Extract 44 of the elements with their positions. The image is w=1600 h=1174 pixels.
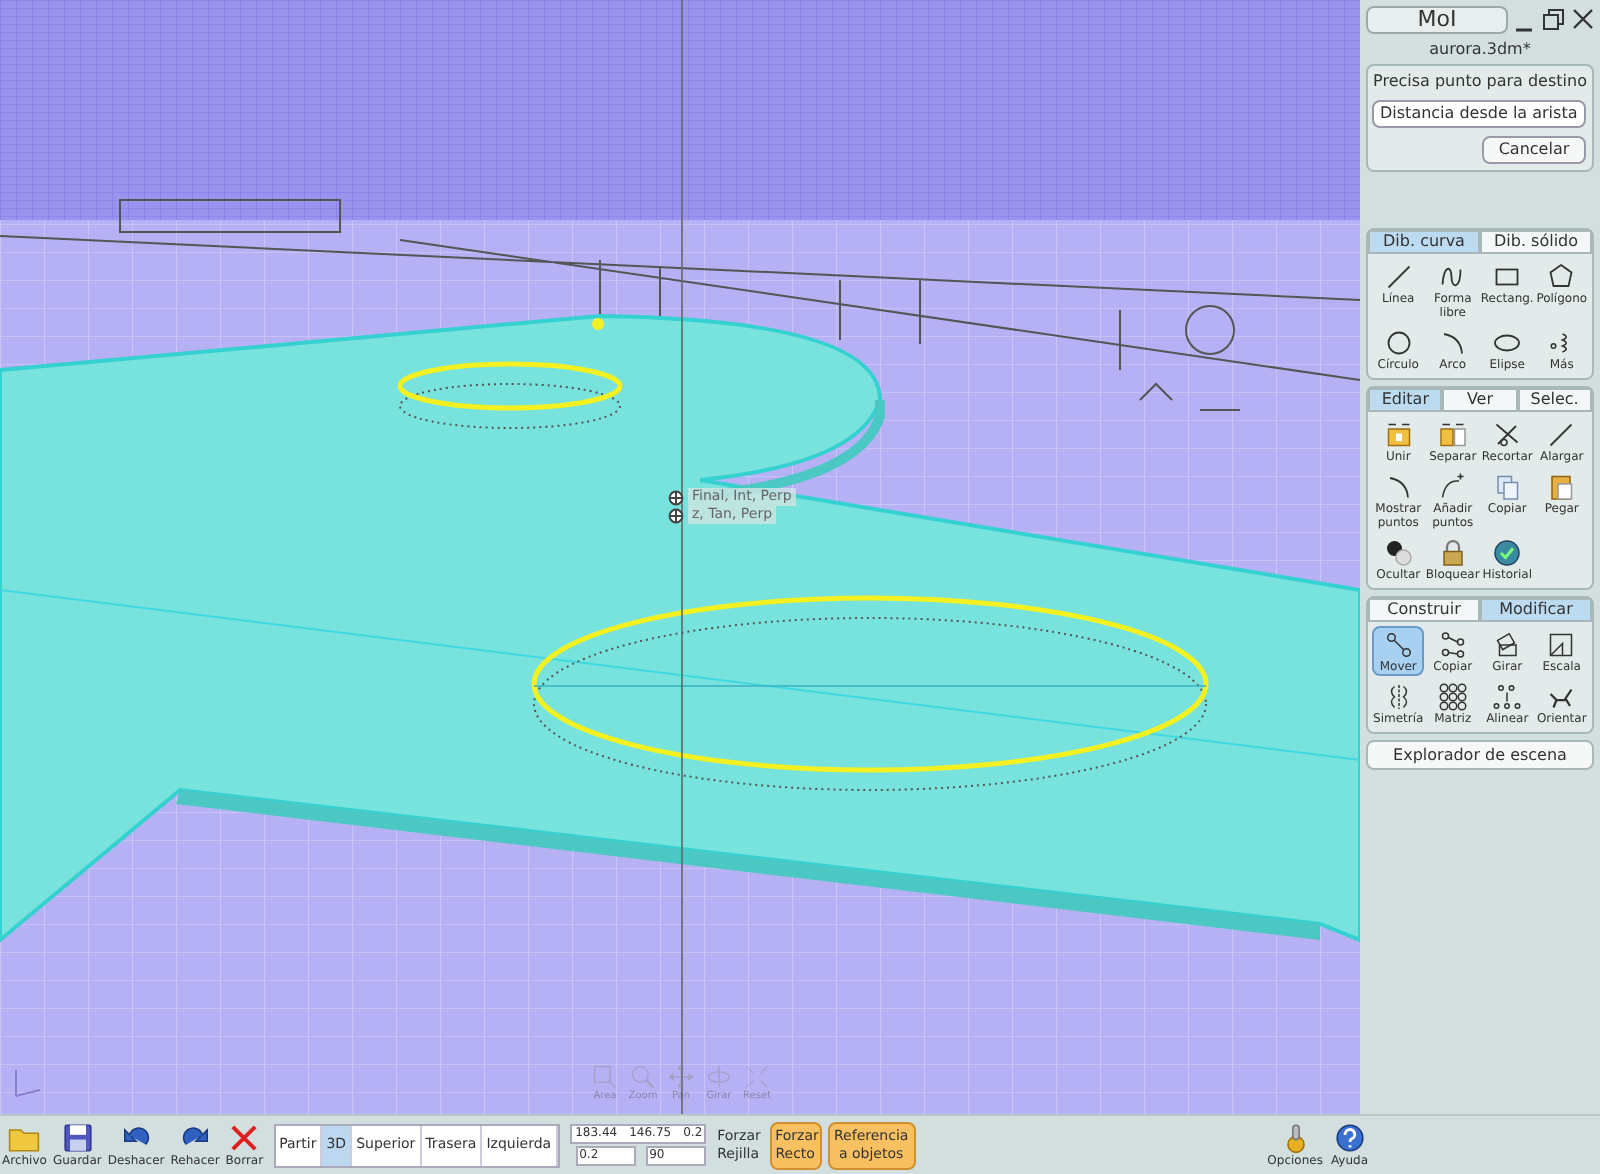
reset-view-icon	[744, 1064, 770, 1090]
history-icon	[1492, 538, 1523, 568]
panel-tab[interactable]: Construir	[1368, 598, 1480, 622]
save-icon	[61, 1122, 94, 1154]
close-icon[interactable]	[1572, 8, 1594, 30]
axis-drawing	[15, 1069, 41, 1097]
scissors-icon	[1492, 420, 1523, 450]
snap-point-marker	[592, 318, 604, 330]
polygon-icon	[1546, 262, 1577, 292]
array-icon	[1437, 682, 1468, 712]
prompt-text: Precisa punto para destino	[1372, 72, 1588, 92]
panel-tab[interactable]: Dib. curva	[1368, 230, 1480, 254]
option-button[interactable]: Distancia desde la arista	[1372, 100, 1586, 128]
delete-icon	[228, 1122, 261, 1154]
zoom-icon	[630, 1064, 656, 1090]
align-icon	[1492, 682, 1523, 712]
line-icon	[1383, 262, 1414, 292]
file-name: aurora.3dm*	[1427, 40, 1533, 60]
area-zoom-icon	[592, 1064, 618, 1090]
pan-icon	[668, 1064, 694, 1090]
copy-icon	[1492, 472, 1523, 502]
line-icon	[1546, 420, 1577, 450]
rotate-icon	[1492, 630, 1523, 660]
spheres-icon	[1383, 538, 1414, 568]
panel-tab[interactable]: Ver	[1442, 388, 1518, 412]
padlock-icon	[1437, 538, 1468, 568]
panel-tab[interactable]: Selec.	[1517, 388, 1592, 412]
panel-tab[interactable]: Editar	[1368, 388, 1443, 412]
clipboard-icon	[1546, 472, 1577, 502]
copy-nodes-icon	[1437, 630, 1468, 660]
scene-browser-button[interactable]: Explorador de escena	[1366, 740, 1594, 770]
join-icon	[1383, 420, 1414, 450]
add-points-icon	[1437, 472, 1468, 502]
separate-icon	[1437, 420, 1468, 450]
circle-icon	[1383, 328, 1414, 358]
move-icon	[1383, 630, 1414, 660]
cancel-button[interactable]: Cancelar	[1482, 135, 1586, 164]
panel-tab[interactable]: Dib. sólido	[1480, 230, 1592, 254]
panel-tab[interactable]: Modificar	[1480, 598, 1592, 622]
restore-icon[interactable]	[1542, 8, 1564, 30]
help-icon	[1333, 1122, 1366, 1154]
window-title: MoI	[1366, 5, 1508, 33]
orbit-icon	[706, 1064, 732, 1090]
scale-icon	[1546, 630, 1577, 660]
